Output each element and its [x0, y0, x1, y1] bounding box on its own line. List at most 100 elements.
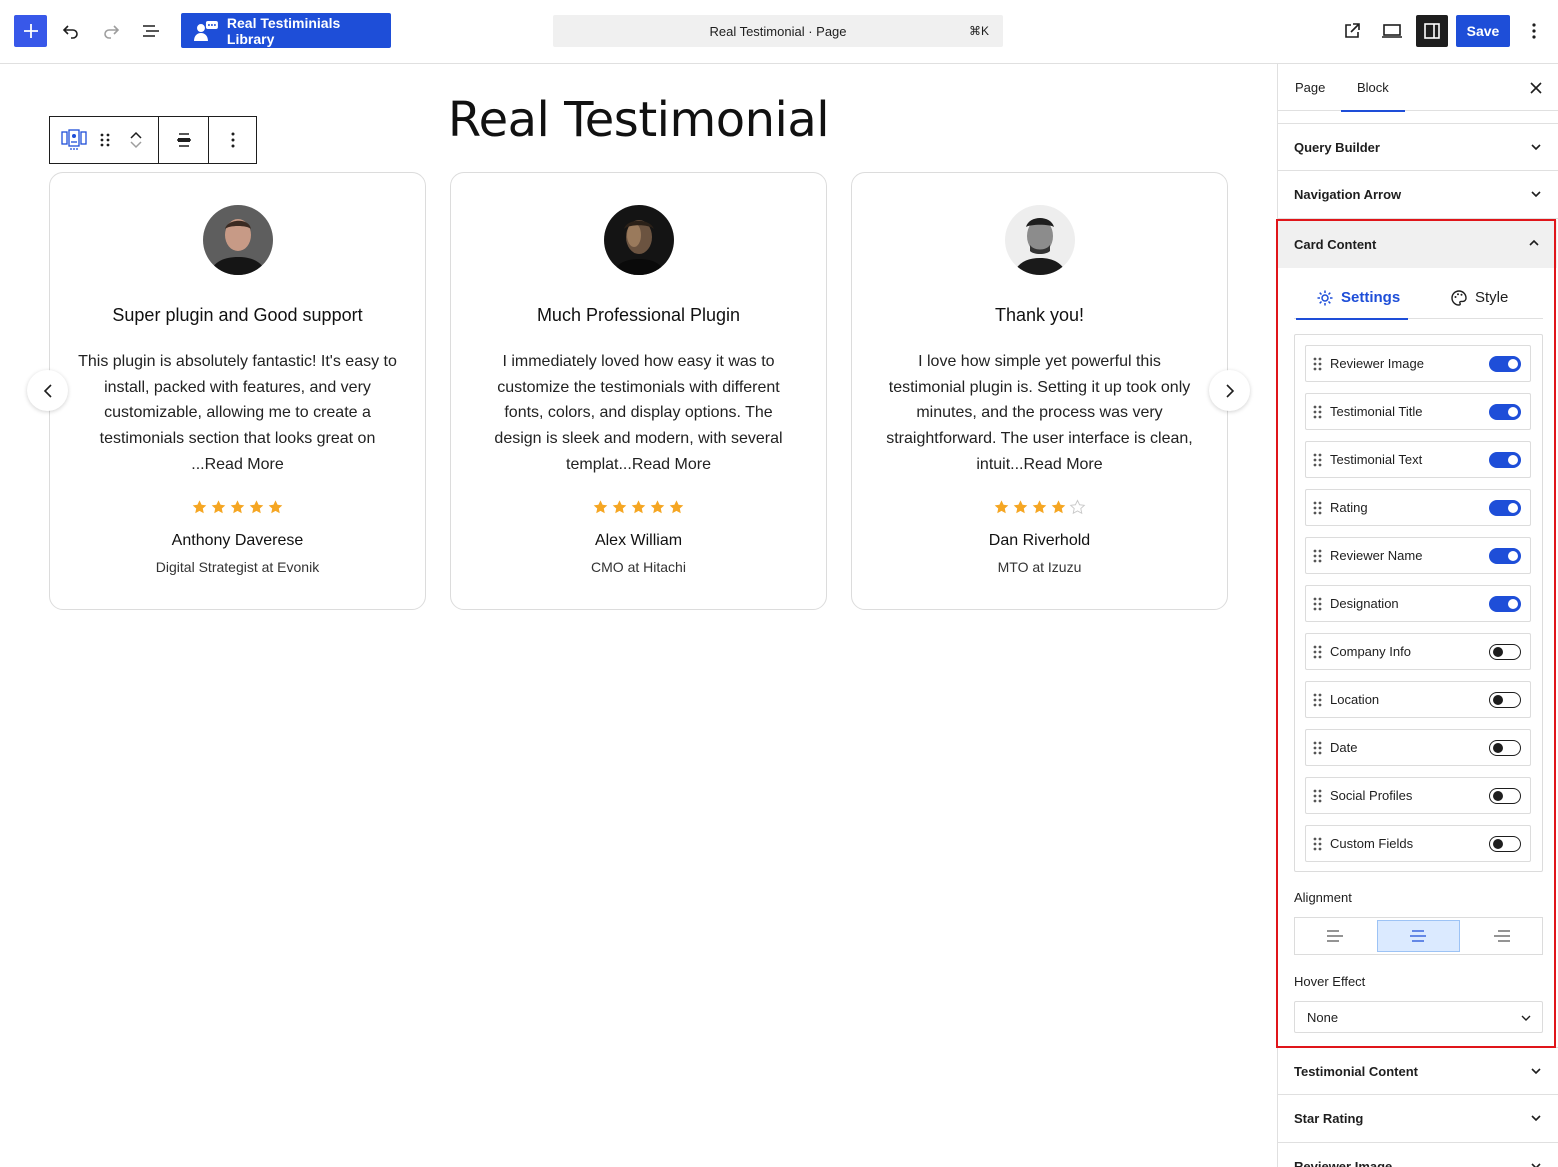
- toggle-switch[interactable]: [1489, 500, 1521, 516]
- reviewer-name: Anthony Daverese: [171, 532, 304, 549]
- drag-handle-icon[interactable]: [1313, 405, 1323, 421]
- drag-handle-icon[interactable]: [1313, 597, 1323, 613]
- tab-block[interactable]: Block: [1341, 64, 1405, 112]
- subtab-style[interactable]: Style: [1450, 276, 1508, 319]
- toggle-item[interactable]: Testimonial Title: [1305, 393, 1531, 430]
- panel-star-rating[interactable]: Star Rating: [1278, 1095, 1558, 1143]
- align-center-button[interactable]: [1377, 920, 1460, 952]
- toggle-label: Testimonial Title: [1330, 404, 1423, 419]
- toggle-item[interactable]: Reviewer Image: [1305, 345, 1531, 382]
- star-filled-icon: [650, 500, 665, 514]
- star-filled-icon: [1032, 500, 1047, 514]
- star-filled-icon: [1013, 500, 1028, 514]
- star-empty-icon: [1069, 499, 1086, 515]
- align-center-icon: [1410, 930, 1427, 942]
- reviewer-name: Dan Riverhold: [988, 532, 1091, 549]
- drag-handle-icon[interactable]: [1313, 693, 1323, 709]
- star-filled-icon: [192, 500, 207, 514]
- toggle-item[interactable]: Company Info: [1305, 633, 1531, 670]
- toggle-item[interactable]: Reviewer Name: [1305, 537, 1531, 574]
- view-page-button[interactable]: [1335, 14, 1369, 48]
- drag-handle[interactable]: [98, 117, 114, 163]
- hover-effect-select[interactable]: None: [1294, 1001, 1543, 1033]
- toggle-switch[interactable]: [1489, 596, 1521, 612]
- palette-icon: [1451, 289, 1467, 306]
- carousel-next-button[interactable]: [1209, 370, 1250, 411]
- carousel-prev-button[interactable]: [27, 370, 68, 411]
- hover-effect-value: None: [1307, 1009, 1339, 1025]
- block-toolbar: [49, 116, 257, 164]
- drag-handle-icon[interactable]: [1313, 501, 1323, 517]
- panel-testimonial-content[interactable]: Testimonial Content: [1278, 1047, 1558, 1095]
- star-filled-icon: [612, 500, 627, 514]
- chevron-down-icon: [1531, 1115, 1541, 1122]
- toggle-switch[interactable]: [1489, 548, 1521, 564]
- align-right-button[interactable]: [1462, 918, 1542, 954]
- drag-handle-icon[interactable]: [1313, 453, 1323, 469]
- testimonial-card[interactable]: Super plugin and Good support This plugi…: [49, 172, 426, 610]
- align-left-button[interactable]: [1295, 918, 1375, 954]
- drag-handle-icon[interactable]: [1313, 741, 1323, 757]
- toggle-item[interactable]: Testimonial Text: [1305, 441, 1531, 478]
- drag-handle-icon[interactable]: [1313, 789, 1323, 805]
- panel-navigation-arrow[interactable]: Navigation Arrow: [1278, 171, 1558, 219]
- toggle-item[interactable]: Date: [1305, 729, 1531, 766]
- settings-sidebar-toggle[interactable]: [1416, 15, 1448, 47]
- toggle-item[interactable]: Designation: [1305, 585, 1531, 622]
- toggle-item[interactable]: Social Profiles: [1305, 777, 1531, 814]
- testimonials-library-button[interactable]: Real Testiminials Library: [181, 13, 391, 48]
- align-right-icon: [1493, 930, 1510, 942]
- save-button[interactable]: Save: [1456, 15, 1510, 47]
- panel-query-builder[interactable]: Query Builder: [1278, 123, 1558, 171]
- shortcut-hint: ⌘K: [968, 24, 989, 38]
- add-block-button[interactable]: [14, 15, 47, 47]
- document-overview-button[interactable]: [134, 14, 168, 48]
- toggle-switch[interactable]: [1489, 404, 1521, 420]
- testimonial-card[interactable]: Thank you! I love how simple yet powerfu…: [851, 172, 1228, 610]
- drag-handle-icon[interactable]: [1313, 837, 1323, 853]
- panel-card-content-header[interactable]: Card Content: [1278, 220, 1557, 268]
- undo-button[interactable]: [54, 14, 88, 48]
- subtab-settings[interactable]: Settings: [1295, 276, 1409, 320]
- brand-label: Real Testiminials Library: [226, 14, 341, 47]
- toggle-switch[interactable]: [1489, 644, 1521, 660]
- testimonial-text: I immediately loved how easy it was to c…: [494, 353, 783, 473]
- panel-title: Testimonial Content: [1294, 1063, 1418, 1079]
- toggle-switch[interactable]: [1489, 788, 1521, 804]
- chevron-down-icon[interactable]: [129, 140, 143, 150]
- redo-icon: [104, 25, 120, 39]
- testimonial-card[interactable]: Much Professional Plugin I immediately l…: [450, 172, 827, 610]
- block-options-button[interactable]: [209, 117, 256, 163]
- star-filled-icon: [230, 500, 245, 514]
- preview-device-button[interactable]: [1375, 14, 1409, 48]
- move-block-buttons[interactable]: [113, 117, 158, 163]
- align-wide-icon: [176, 133, 191, 147]
- toggle-item[interactable]: Custom Fields: [1305, 825, 1531, 862]
- toggle-switch[interactable]: [1489, 356, 1521, 372]
- hover-effect-label: Hover Effect: [1294, 974, 1366, 989]
- drag-icon: [101, 133, 110, 147]
- toggle-item[interactable]: Rating: [1305, 489, 1531, 526]
- toggle-item[interactable]: Location: [1305, 681, 1531, 718]
- chevron-down-icon: [1531, 1163, 1541, 1167]
- command-palette-bar[interactable]: Real Testimonial · Page ⌘K: [553, 15, 1003, 47]
- block-type-button[interactable]: [50, 117, 98, 163]
- tab-page[interactable]: Page: [1295, 64, 1325, 111]
- panel-title: Query Builder: [1294, 139, 1380, 155]
- options-menu-button[interactable]: [1517, 14, 1551, 48]
- toggle-switch[interactable]: [1489, 452, 1521, 468]
- panel-reviewer-image[interactable]: Reviewer Image: [1278, 1143, 1558, 1167]
- drag-handle-icon[interactable]: [1313, 645, 1323, 661]
- reviewer-designation: Digital Strategist at Evonik: [155, 559, 320, 575]
- align-block-button[interactable]: [159, 117, 209, 163]
- close-sidebar-button[interactable]: [1526, 78, 1546, 98]
- toggle-switch[interactable]: [1489, 740, 1521, 756]
- toggle-switch[interactable]: [1489, 836, 1521, 852]
- drag-handle-icon[interactable]: [1313, 357, 1323, 373]
- chevron-down-icon: [1531, 144, 1541, 151]
- drag-handle-icon[interactable]: [1313, 549, 1323, 565]
- chevron-up-icon[interactable]: [129, 130, 143, 140]
- toggle-switch[interactable]: [1489, 692, 1521, 708]
- redo-button[interactable]: [94, 14, 128, 48]
- star-filled-icon: [249, 500, 264, 514]
